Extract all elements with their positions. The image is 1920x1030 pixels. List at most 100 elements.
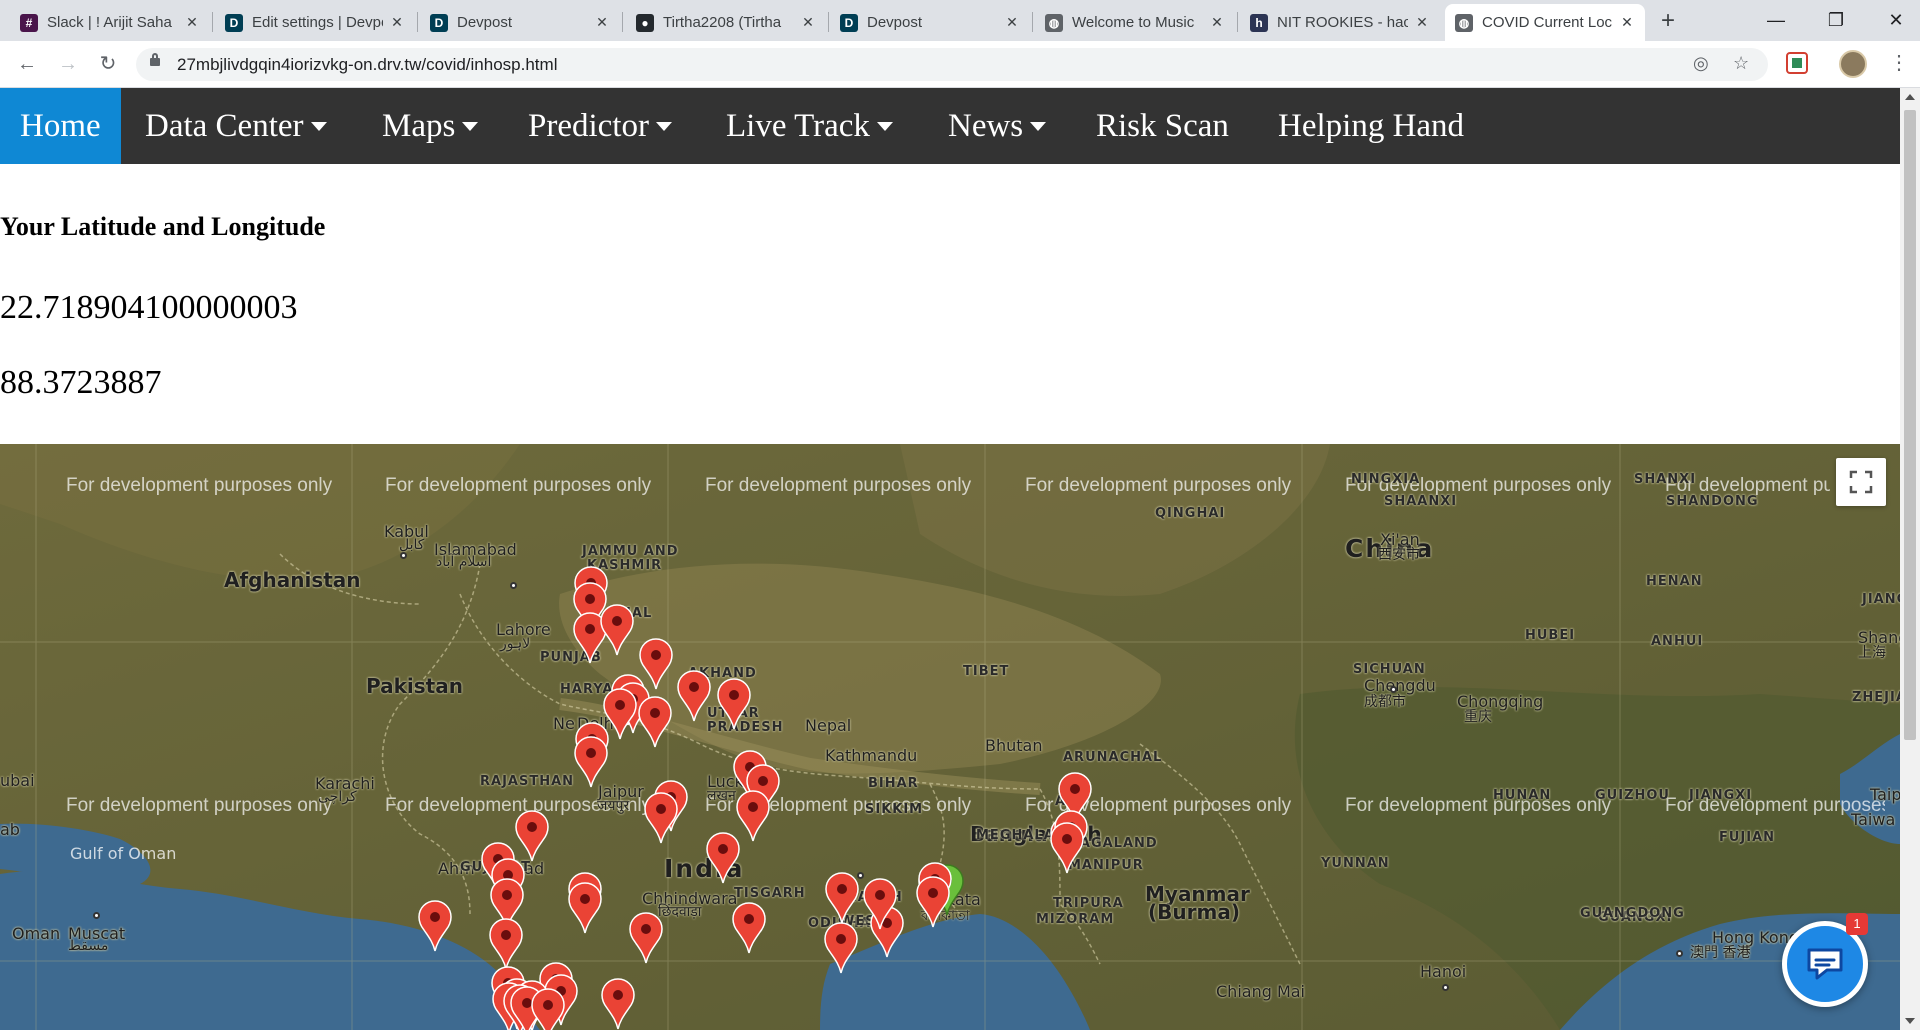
hospital-marker[interactable]	[824, 922, 864, 978]
hospital-marker[interactable]	[531, 988, 571, 1030]
hospital-marker[interactable]	[677, 670, 717, 726]
map-pin-icon	[732, 902, 766, 954]
map-label: RAJASTHAN	[480, 774, 575, 789]
hospital-marker[interactable]	[574, 736, 614, 792]
devpost-icon: D	[840, 13, 858, 32]
map-pin-icon	[601, 978, 635, 1030]
map-label: JAMMU AND	[582, 544, 679, 559]
browser-tab[interactable]: D Devpost ✕	[830, 4, 1030, 41]
map-label: TRIPURA	[1053, 896, 1124, 911]
map-pin-icon	[531, 988, 565, 1030]
new-tab-button[interactable]: +	[1651, 7, 1685, 37]
map-pin-icon	[1050, 822, 1084, 874]
hospital-map[interactable]: For development purposes only For develo…	[0, 444, 1900, 1030]
map-pin-icon	[717, 678, 751, 730]
forward-arrow-icon[interactable]: →	[53, 50, 83, 80]
map-label: SICHUAN	[1353, 662, 1426, 677]
minimize-window-icon[interactable]: —	[1746, 0, 1806, 41]
close-tab-icon[interactable]: ✕	[1209, 14, 1225, 31]
map-label: SHANXI	[1634, 472, 1697, 487]
browser-tab[interactable]: ● Tirtha2208 (Tirtha ✕	[626, 4, 826, 41]
hospital-marker[interactable]	[644, 792, 684, 848]
devpost-icon: D	[225, 13, 243, 32]
latitude-value: 22.718904100000003	[0, 289, 298, 326]
restore-window-icon[interactable]: ❐	[1806, 0, 1866, 41]
map-label: کابل	[399, 537, 425, 553]
close-tab-icon[interactable]: ✕	[389, 14, 405, 31]
hospital-marker[interactable]	[629, 912, 669, 968]
nav-helping-hand[interactable]: Helping Hand	[1262, 88, 1480, 164]
map-label: ANHUI	[1651, 634, 1704, 649]
reload-icon[interactable]: ↻	[93, 50, 123, 80]
nav-maps[interactable]: Maps	[366, 88, 494, 164]
map-pin-icon	[644, 792, 678, 844]
map-label: Chiang Mai	[1216, 982, 1305, 1001]
browser-tab[interactable]: D Edit settings | Devpost ✕	[215, 4, 415, 41]
location-target-icon[interactable]: ◎	[1693, 53, 1709, 74]
page-scrollbar[interactable]	[1900, 88, 1920, 1030]
dev-watermark: For development purposes only	[66, 475, 333, 496]
hospital-marker[interactable]	[418, 900, 458, 956]
nav-news[interactable]: News	[932, 88, 1062, 164]
hospital-marker[interactable]	[1050, 822, 1090, 878]
map-label: जयपुर	[597, 798, 630, 814]
caret-down-icon	[462, 121, 479, 131]
nav-live-track[interactable]: Live Track	[710, 88, 909, 164]
browser-tab[interactable]: D Devpost ✕	[420, 4, 620, 41]
scroll-down-icon[interactable]	[1905, 1018, 1915, 1024]
location-heading: Your Latitude and Longitude	[0, 212, 326, 241]
map-label: SIKKIM	[865, 802, 924, 817]
bookmark-star-icon[interactable]: ☆	[1733, 53, 1749, 74]
map-pin-icon	[825, 872, 859, 924]
browser-menu-icon[interactable]: ⋮	[1889, 50, 1909, 75]
back-arrow-icon[interactable]: ←	[12, 50, 42, 80]
browser-tab[interactable]: # Slack | ! Arijit Saha ✕	[10, 4, 210, 41]
close-tab-icon[interactable]: ✕	[594, 14, 610, 31]
hospital-marker[interactable]	[863, 878, 903, 934]
nav-predictor[interactable]: Predictor	[512, 88, 688, 164]
close-window-icon[interactable]: ✕	[1866, 0, 1920, 41]
map-label: Oman	[12, 924, 61, 943]
hospital-marker[interactable]	[706, 832, 746, 888]
map-label: TISGARH	[734, 886, 806, 901]
browser-tab[interactable]: ◍ COVID Current Loc ✕	[1445, 4, 1645, 41]
hospital-marker[interactable]	[732, 902, 772, 958]
scroll-up-icon[interactable]	[1905, 94, 1915, 100]
caret-down-icon	[310, 121, 327, 131]
map-pin-icon	[706, 832, 740, 884]
close-tab-icon[interactable]: ✕	[1004, 14, 1020, 31]
city-dot	[93, 912, 100, 919]
map-pin-icon	[574, 736, 608, 788]
hospital-marker[interactable]	[601, 978, 641, 1030]
close-tab-icon[interactable]: ✕	[184, 14, 200, 31]
profile-avatar[interactable]	[1839, 50, 1867, 78]
url-text[interactable]: 27mbjlivdgqin4iorizvkg-on.drv.tw/covid/i…	[177, 55, 557, 75]
hospital-marker[interactable]	[825, 872, 865, 928]
map-label: HUNAN	[1493, 788, 1552, 803]
browser-tab[interactable]: ◍ Welcome to Music ✕	[1035, 4, 1235, 41]
hospital-marker[interactable]	[600, 604, 640, 660]
map-label: TIBET	[963, 664, 1010, 679]
close-tab-icon[interactable]: ✕	[800, 14, 816, 31]
close-tab-icon[interactable]: ✕	[1414, 14, 1430, 31]
tab-separator	[1032, 12, 1033, 32]
dev-watermark: For development purposes only	[1345, 795, 1612, 816]
hospital-marker[interactable]	[568, 882, 608, 938]
close-tab-icon[interactable]: ✕	[1619, 14, 1635, 31]
fullscreen-button[interactable]	[1836, 458, 1886, 506]
tab-title: Tirtha2208 (Tirtha	[663, 14, 782, 31]
nav-risk-scan[interactable]: Risk Scan	[1080, 88, 1245, 164]
nav-news-label: News	[948, 108, 1024, 144]
map-label: BIHAR	[868, 776, 919, 791]
extension-icon[interactable]	[1786, 52, 1808, 74]
browser-tab[interactable]: h NIT ROOKIES - hac ✕	[1240, 4, 1440, 41]
hospital-marker[interactable]	[717, 678, 757, 734]
nav-data-center[interactable]: Data Center	[129, 88, 343, 164]
address-bar[interactable]: 27mbjlivdgqin4iorizvkg-on.drv.tw/covid/i…	[136, 48, 1768, 81]
nav-home[interactable]: Home	[0, 88, 121, 164]
hospital-marker[interactable]	[638, 696, 678, 752]
hospital-marker[interactable]	[916, 876, 956, 932]
tab-title: COVID Current Loc	[1482, 14, 1613, 31]
map-label: FUJIAN	[1719, 830, 1776, 845]
scroll-thumb[interactable]	[1904, 110, 1916, 740]
